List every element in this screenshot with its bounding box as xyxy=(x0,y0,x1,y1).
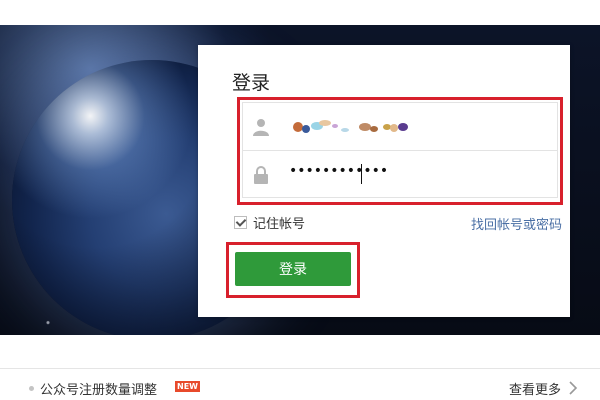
chevron-right-icon[interactable] xyxy=(568,381,578,395)
login-button[interactable]: 登录 xyxy=(235,252,351,286)
bullet-icon xyxy=(29,386,34,391)
lock-icon xyxy=(254,166,268,184)
password-field[interactable]: •••••••••••• xyxy=(242,150,558,198)
user-icon xyxy=(253,119,269,136)
notice-bar: 公众号注册数量调整 NEW 查看更多 xyxy=(0,368,600,400)
remember-label: 记住帐号 xyxy=(253,216,306,232)
credentials-highlight-box: •••••••••••• xyxy=(237,97,563,205)
text-caret xyxy=(361,164,362,184)
login-title: 登录 xyxy=(232,72,271,94)
login-button-highlight-box: 登录 xyxy=(226,242,360,298)
notice-link[interactable]: 公众号注册数量调整 xyxy=(40,379,157,398)
username-field[interactable] xyxy=(242,102,558,150)
password-value: •••••••••••• xyxy=(289,163,389,179)
remember-account[interactable]: 记住帐号 xyxy=(234,214,306,232)
username-obfuscated-value xyxy=(293,120,408,133)
view-more-link[interactable]: 查看更多 xyxy=(509,379,561,398)
remember-checkbox[interactable] xyxy=(234,215,247,229)
recover-account-link[interactable]: 找回帐号或密码 xyxy=(471,214,562,233)
new-badge: NEW xyxy=(175,381,200,392)
login-panel: 登录 •••••••••••• 记住帐号 找回帐号或密码 登录 xyxy=(198,45,570,317)
